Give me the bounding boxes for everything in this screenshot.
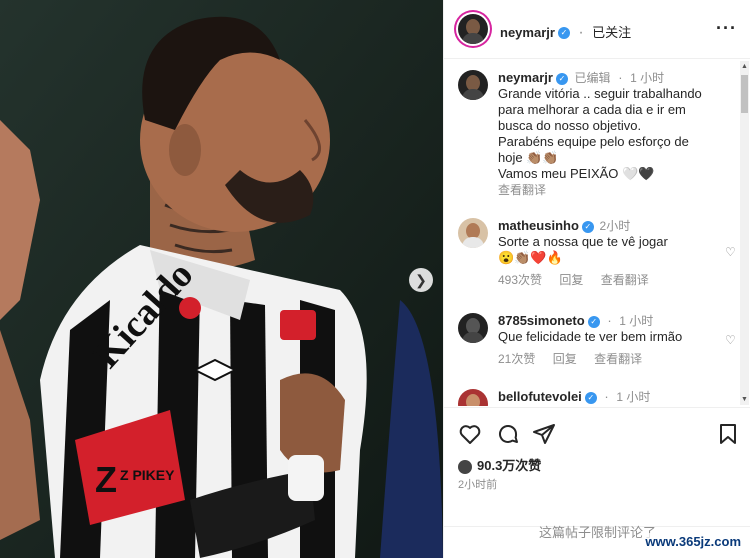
translate-button[interactable]: 查看翻译 [601, 273, 649, 287]
post-photo: Kicaldo Z Z PIKEY [0, 0, 443, 558]
commenter-avatar[interactable] [458, 218, 488, 248]
caption-line: Parabéns equipe pelo esforço de [498, 134, 689, 149]
commenter-username[interactable]: bellofutevolei [498, 389, 582, 404]
commenter-username[interactable]: matheusinho [498, 218, 579, 233]
caption-line: hoje 👏🏽👏🏽 [498, 150, 559, 165]
comment-time: 1 小时 [616, 390, 651, 404]
post-time: 2小时前 [458, 479, 498, 491]
caption-line: Grande vitória .. seguir trabalhando [498, 86, 702, 101]
reply-button[interactable]: 回复 [553, 352, 577, 366]
comment-likes[interactable]: 21次赞 [498, 352, 535, 366]
comment-time: 1 小时 [619, 314, 654, 328]
post-actions: 90.3万次赞 2小时前 [444, 407, 750, 528]
comment-text: Que felicidade te ver bem irmão [498, 329, 683, 344]
comments-scrollbar[interactable]: ▲ ▼ [740, 61, 749, 405]
caption-line: para melhorar a cada dia e ir em [498, 102, 686, 117]
more-options-icon[interactable]: ··· [716, 18, 737, 39]
verified-icon: ✓ [581, 220, 594, 233]
caption-line: Vamos meu PEIXÃO 🤍🖤 [498, 166, 655, 181]
scroll-down-icon[interactable]: ▼ [741, 396, 748, 403]
comment-likes[interactable]: 493次赞 [498, 273, 542, 287]
author-username[interactable]: neymarjr [500, 25, 555, 40]
like-count-text: 90.3万次赞 [477, 458, 542, 473]
heart-icon[interactable]: ♡ [725, 245, 737, 259]
comments-list[interactable]: neymarjr ✓ 已编辑 · 1 小时 Grande vitória .. s… [444, 59, 750, 406]
verified-icon: ✓ [555, 72, 568, 85]
caption-avatar[interactable] [458, 70, 488, 100]
translate-button[interactable]: 查看翻译 [594, 352, 642, 366]
reply-button[interactable]: 回复 [559, 273, 583, 287]
post-header: neymarjr ✓ · 已关注 ··· [444, 0, 750, 59]
liker-avatar [458, 459, 472, 474]
commenter-username[interactable]: 8785simoneto [498, 313, 585, 328]
like-icon[interactable] [458, 422, 482, 446]
comment-text: 😮👏🏽❤️🔥 [498, 250, 563, 265]
verified-icon: ✓ [584, 391, 597, 404]
commenter-avatar[interactable] [458, 389, 488, 406]
scroll-thumb[interactable] [741, 75, 748, 113]
caption-username[interactable]: neymarjr [498, 70, 553, 85]
comment-text: Sorte a nossa que te vê jogar [498, 234, 668, 249]
like-count[interactable]: 90.3万次赞 [458, 455, 541, 474]
svg-text:Z: Z [95, 459, 117, 500]
caption-line: busca do nosso objetivo. [498, 118, 642, 133]
scroll-up-icon[interactable]: ▲ [741, 63, 748, 70]
armband-text: Z PIKEY [120, 467, 175, 483]
edited-label: 已编辑 [574, 71, 611, 85]
comment-icon[interactable] [496, 422, 520, 446]
watermark: www.365jz.com [642, 533, 744, 550]
caption-time: 1 小时 [630, 71, 665, 85]
verified-icon: ✓ [557, 26, 570, 39]
follow-status[interactable]: 已关注 [592, 25, 631, 40]
save-icon[interactable] [716, 422, 740, 446]
verified-icon: ✓ [587, 315, 600, 328]
commenter-avatar[interactable] [458, 313, 488, 343]
author-avatar[interactable] [458, 14, 488, 44]
heart-icon[interactable]: ♡ [725, 333, 737, 347]
share-icon[interactable] [532, 422, 556, 446]
see-translation-link[interactable]: 查看翻译 [498, 182, 718, 198]
comment-time: 2小时 [599, 219, 631, 233]
next-photo-button[interactable]: ❯ [409, 268, 433, 292]
post-panel: neymarjr ✓ · 已关注 ··· neymarjr ✓ 已编辑 · 1 小时… [443, 0, 750, 558]
